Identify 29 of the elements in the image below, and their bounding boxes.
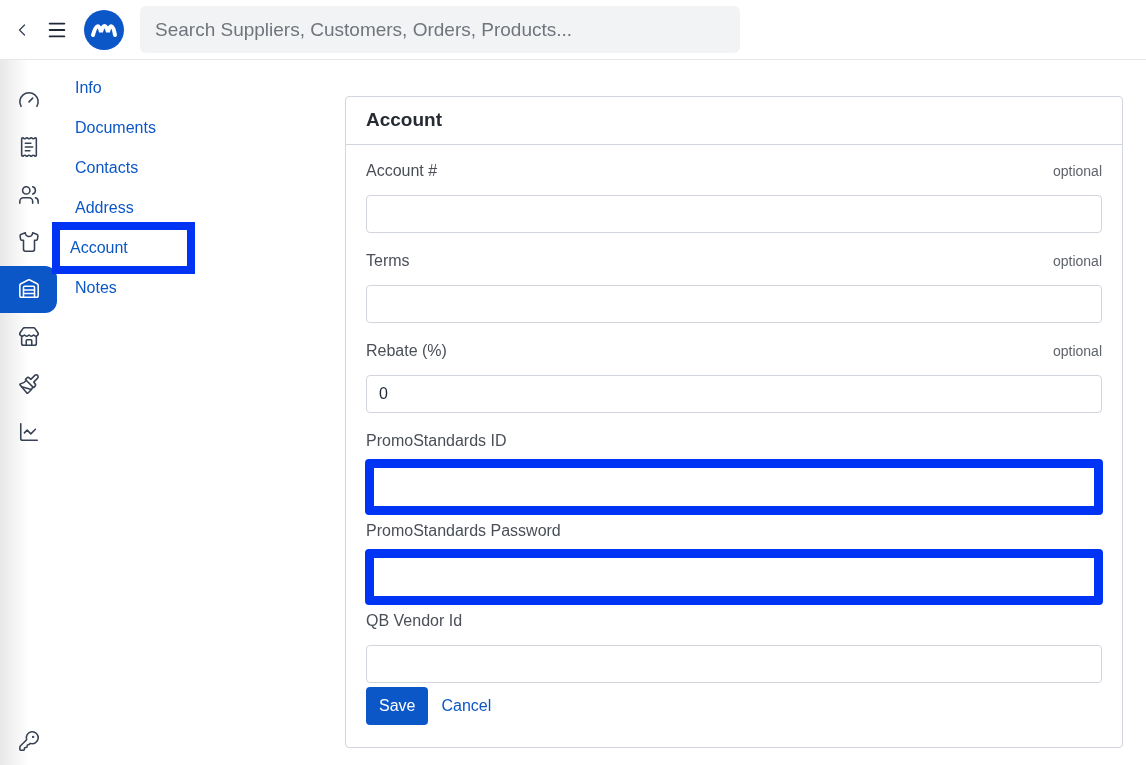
shirt-icon (17, 231, 40, 254)
key-icon (17, 730, 40, 753)
store-icon (17, 325, 40, 348)
field-label: Terms (366, 251, 410, 271)
optional-hint: optional (1052, 341, 1102, 361)
optional-hint: optional (1052, 251, 1102, 271)
input-field[interactable]: 0 (366, 375, 1102, 413)
paintbrush-icon (17, 373, 40, 396)
chart-icon (17, 420, 40, 443)
input-field[interactable] (365, 459, 1103, 515)
people-icon (17, 183, 40, 206)
optional-hint: optional (1052, 161, 1102, 181)
input-field[interactable] (365, 549, 1103, 605)
nav-link[interactable]: Info (57, 68, 197, 108)
warehouse-icon (17, 278, 40, 301)
cancel-link[interactable]: Cancel (441, 694, 492, 718)
logo-icon[interactable] (84, 9, 124, 50)
nav-link[interactable]: Contacts (57, 148, 197, 188)
nav-link[interactable]: Account (52, 222, 195, 274)
field-label: PromoStandards ID (366, 431, 507, 451)
field-label: PromoStandards Password (366, 521, 561, 541)
card-title: Account (366, 108, 442, 133)
field-label: Account # (366, 161, 438, 181)
sidebar-item[interactable] (0, 265, 57, 314)
search-field[interactable]: Search Suppliers, Customers, Orders, Products... (140, 6, 740, 53)
field-label: Rebate (%) (366, 341, 447, 361)
save-button[interactable]: Save (366, 687, 429, 725)
field-label: QB Vendor Id (366, 611, 463, 631)
nav-link[interactable]: Documents (57, 108, 197, 148)
